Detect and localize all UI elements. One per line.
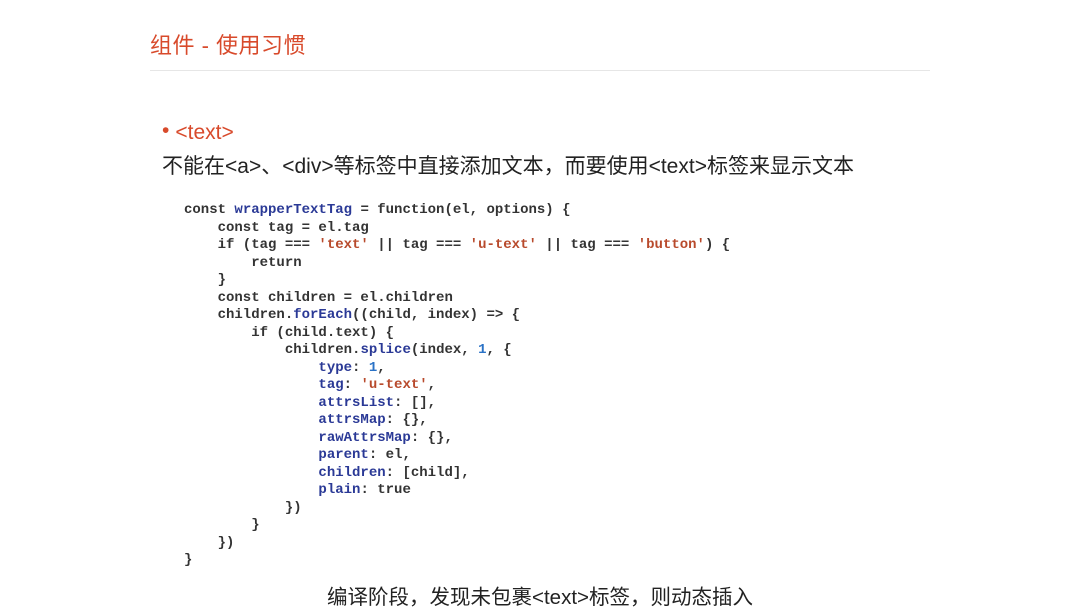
description-text: 不能在<a>、<div>等标签中直接添加文本，而要使用<text>标签来显示文本 <box>162 149 930 185</box>
caption-text: 编译阶段，发现未包裹<text>标签，则动态插入 <box>150 580 930 610</box>
slide-content: 组件 - 使用习惯 • <text> 不能在<a>、<div>等标签中直接添加文… <box>0 0 1080 610</box>
slide-title: 组件 - 使用习惯 <box>150 28 930 71</box>
bullet-text: <text> <box>175 121 233 144</box>
bullet-item: • <text> <box>162 117 930 149</box>
bullet-dot: • <box>162 117 169 144</box>
code-block: const wrapperTextTag = function(el, opti… <box>184 202 930 570</box>
